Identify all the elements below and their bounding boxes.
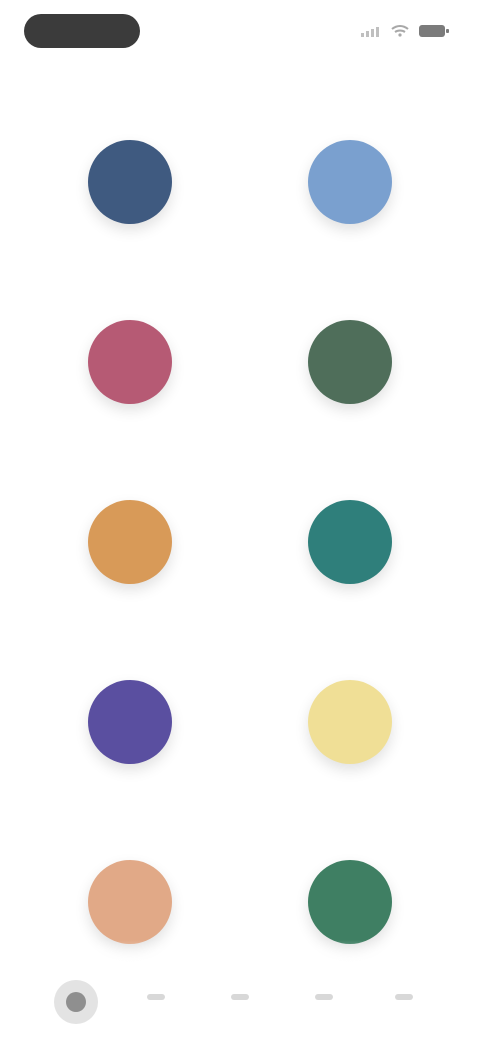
status-icons	[360, 20, 450, 42]
color-circle[interactable]	[308, 140, 392, 224]
bottom-nav	[0, 940, 480, 1040]
grid-item[interactable]	[10, 480, 250, 660]
color-circle[interactable]	[88, 320, 172, 404]
status-time-pill	[24, 14, 140, 48]
grid-item[interactable]	[10, 120, 250, 300]
nav-icon	[315, 994, 333, 1000]
color-circle[interactable]	[88, 140, 172, 224]
color-circle[interactable]	[308, 500, 392, 584]
page-subtitle	[36, 64, 256, 86]
grid-item[interactable]	[10, 300, 250, 480]
nav-item-5[interactable]	[374, 980, 434, 1030]
color-circle[interactable]	[308, 680, 392, 764]
grid-item[interactable]	[230, 480, 470, 660]
color-circle[interactable]	[308, 320, 392, 404]
color-circle[interactable]	[88, 680, 172, 764]
home-icon	[66, 992, 86, 1012]
nav-item-3[interactable]	[210, 980, 270, 1030]
grid-item[interactable]	[230, 300, 470, 480]
nav-item-4[interactable]	[294, 980, 354, 1030]
wifi-icon	[391, 25, 409, 37]
nav-home-bubble	[54, 980, 98, 1024]
nav-item-2[interactable]	[126, 980, 186, 1030]
grid-item[interactable]	[10, 660, 250, 840]
signal-icon	[361, 27, 379, 37]
color-circle[interactable]	[308, 860, 392, 944]
battery-icon	[419, 25, 449, 37]
nav-icon	[147, 994, 165, 1000]
nav-home[interactable]	[46, 980, 106, 1030]
grid-item[interactable]	[230, 660, 470, 840]
color-circle[interactable]	[88, 860, 172, 944]
grid-item[interactable]	[230, 120, 470, 300]
nav-icon	[395, 994, 413, 1000]
nav-icon	[231, 994, 249, 1000]
color-circle[interactable]	[88, 500, 172, 584]
status-bar	[0, 0, 480, 60]
